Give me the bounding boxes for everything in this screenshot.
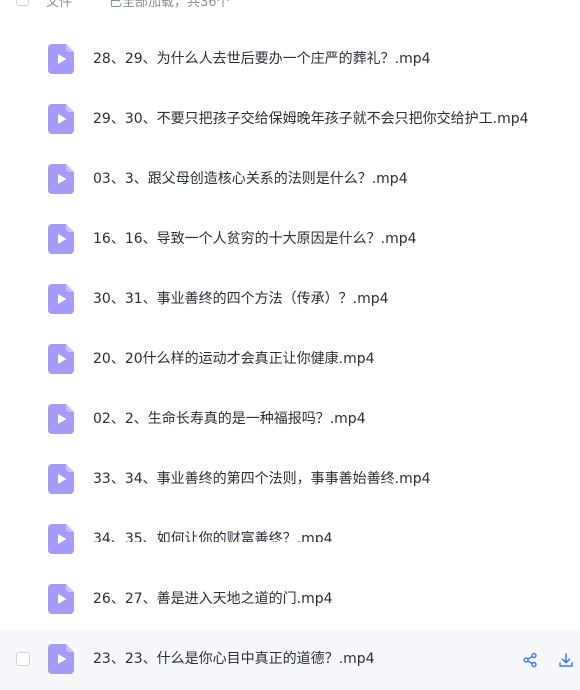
file-name[interactable]: 20、20什么样的运动才会真正让你健康.mp4 <box>93 350 375 368</box>
list-item[interactable]: 16、16、导致一个人贫穷的十大原因是什么？.mp4 <box>0 210 580 270</box>
file-name[interactable]: 34、35、如何让你的财富善终？.mp4 <box>93 530 333 542</box>
video-file-icon <box>48 524 74 554</box>
video-file-icon <box>48 104 74 134</box>
list-item[interactable]: 30、31、事业善终的四个方法（传承）？.mp4 <box>0 270 580 330</box>
share-icon[interactable] <box>522 652 538 668</box>
file-name[interactable]: 26、27、善是进入天地之道的门.mp4 <box>93 590 333 608</box>
list-item[interactable]: 28、29、为什么人去世后要办一个庄严的葬礼？.mp4 <box>0 30 580 90</box>
list-item[interactable]: 33、34、事业善终的第四个法则，事事善始善终.mp4 <box>0 450 580 510</box>
file-name[interactable]: 33、34、事业善终的第四个法则，事事善始善终.mp4 <box>93 470 431 488</box>
video-file-icon <box>48 404 74 434</box>
file-name[interactable]: 29、30、不要只把孩子交给保姆晚年孩子就不会只把你交给护工.mp4 <box>93 110 529 128</box>
file-name[interactable]: 23、23、什么是你心目中真正的道德？.mp4 <box>93 650 375 668</box>
list-item[interactable]: 02、2、生命长寿真的是一种福报吗？.mp4 <box>0 390 580 450</box>
list-item[interactable]: 03、3、跟父母创造核心关系的法则是什么？.mp4 <box>0 150 580 210</box>
video-file-icon <box>48 644 74 674</box>
list-item[interactable]: 29、30、不要只把孩子交给保姆晚年孩子就不会只把你交给护工.mp4 <box>0 90 580 150</box>
video-file-icon <box>48 284 74 314</box>
file-name[interactable]: 02、2、生命长寿真的是一种福报吗？.mp4 <box>93 410 366 428</box>
list-item[interactable]: 20、20什么样的运动才会真正让你健康.mp4 <box>0 330 580 390</box>
file-name[interactable]: 28、29、为什么人去世后要办一个庄严的葬礼？.mp4 <box>93 50 431 68</box>
download-icon[interactable] <box>558 652 574 668</box>
list-item[interactable]: 26、27、善是进入天地之道的门.mp4 <box>0 570 580 630</box>
file-list: 28、29、为什么人去世后要办一个庄严的葬礼？.mp4 29、30、不要只把孩子… <box>0 30 580 690</box>
video-file-icon <box>48 224 74 254</box>
video-file-icon <box>48 464 74 494</box>
file-name[interactable]: 03、3、跟父母创造核心关系的法则是什么？.mp4 <box>93 170 408 188</box>
row-checkbox[interactable] <box>16 652 30 666</box>
list-item[interactable]: 34、35、如何让你的财富善终？.mp4 <box>0 510 580 570</box>
file-name[interactable]: 30、31、事业善终的四个方法（传承）？.mp4 <box>93 290 389 308</box>
video-file-icon <box>48 164 74 194</box>
video-file-icon <box>48 584 74 614</box>
file-name[interactable]: 16、16、导致一个人贫穷的十大原因是什么？.mp4 <box>93 230 417 248</box>
list-header: 文件 已全部加载，共36个 <box>0 0 580 10</box>
video-file-icon <box>48 44 74 74</box>
load-status-text: 已全部加载，共36个 <box>109 0 230 10</box>
video-file-icon <box>48 344 74 374</box>
list-item-hovered[interactable]: 23、23、什么是你心目中真正的道德？.mp4 <box>0 630 580 690</box>
file-column-header: 文件 <box>46 0 73 10</box>
select-all-checkbox[interactable] <box>16 0 29 6</box>
row-actions <box>522 650 574 670</box>
